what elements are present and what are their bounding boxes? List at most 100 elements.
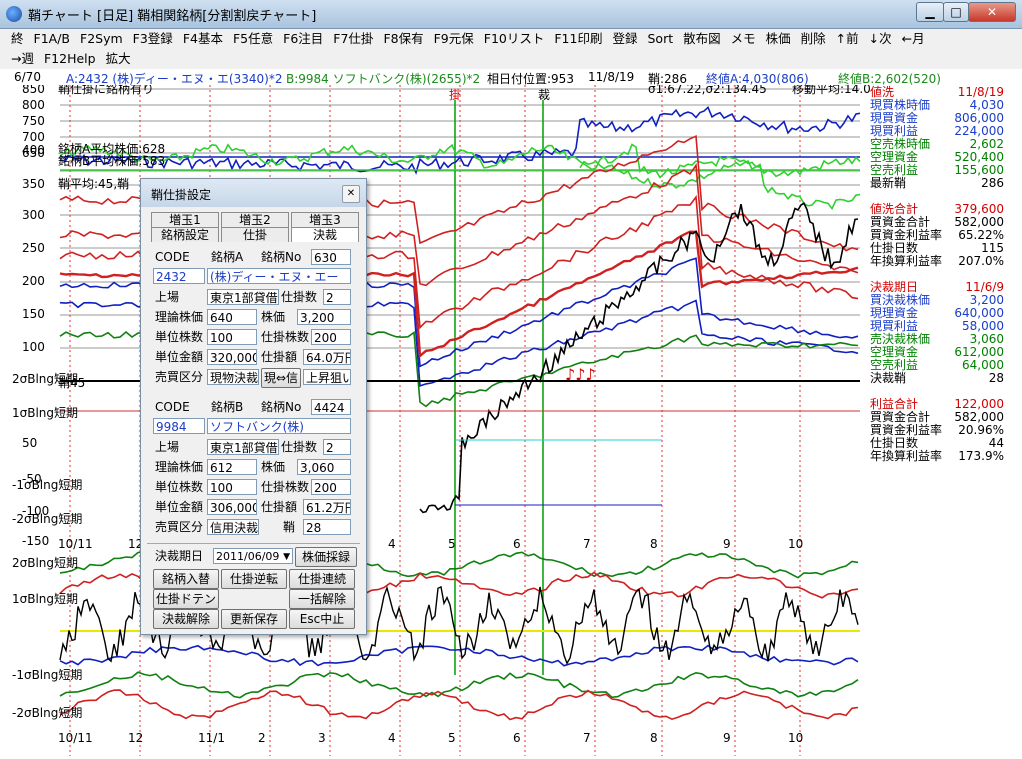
x-axis-tick-bottom: 4 bbox=[388, 731, 396, 745]
menu-item-row1-18[interactable]: ↑前 bbox=[831, 30, 864, 48]
menu-item-row1-14[interactable]: 散布図 bbox=[678, 30, 726, 48]
close-button[interactable]: ✕ bbox=[968, 2, 1016, 22]
settle-date-label: 決裁期日 bbox=[155, 549, 204, 563]
price-pick-button[interactable]: 株価採録 bbox=[295, 547, 357, 567]
menu-item-row1-13[interactable]: Sort bbox=[642, 30, 678, 48]
right-panel-row: 年換算利益率 173.9% bbox=[870, 450, 1004, 463]
b-money-field[interactable]: 306,000 bbox=[207, 499, 257, 515]
y-axis-tick: 50 bbox=[22, 436, 37, 450]
x-axis-tick-bottom: 8 bbox=[650, 731, 658, 745]
y-axis-tick: 750 bbox=[22, 114, 45, 128]
dialog-close-icon[interactable]: ✕ bbox=[342, 185, 360, 203]
minimize-button[interactable]: ▁ bbox=[916, 2, 944, 22]
a-total-field[interactable]: 64.0万円 bbox=[303, 349, 351, 365]
menu-item-row1-4[interactable]: F4基本 bbox=[178, 30, 228, 48]
chart-canvas[interactable]: 85080075070065040035030025020015010050-5… bbox=[0, 81, 871, 756]
menu-item-row1-2[interactable]: F2Sym bbox=[75, 30, 128, 48]
menu-item-row1-9[interactable]: F9元保 bbox=[429, 30, 479, 48]
a-price-field[interactable]: 3,200 bbox=[297, 309, 351, 325]
b-kabu-field[interactable]: 200 bbox=[311, 479, 351, 495]
a-shares-label: 仕掛数 bbox=[281, 290, 318, 304]
a-theory-label: 理論株価 bbox=[155, 310, 204, 324]
settle-date-value: 2011/06/09 bbox=[216, 550, 280, 563]
menu-item-row1-0[interactable]: 終 bbox=[6, 30, 29, 48]
saya-label: 鞘 bbox=[283, 520, 296, 534]
tab-masudama-2[interactable]: 増玉2 bbox=[221, 212, 289, 227]
trend-field[interactable]: 上昇狙い bbox=[303, 369, 351, 385]
menu-item-row1-10[interactable]: F10リスト bbox=[479, 30, 550, 48]
doten-button[interactable]: 仕掛ドテン bbox=[153, 589, 219, 609]
menu-item-row1-17[interactable]: 削除 bbox=[796, 30, 831, 48]
swap-cash-credit-button[interactable]: 現⇔信 bbox=[261, 368, 301, 388]
stock-a-label: 銘柄A bbox=[211, 250, 244, 264]
menu-item-row2-2[interactable]: 拡大 bbox=[101, 50, 136, 68]
menu-item-row2-1[interactable]: F12Help bbox=[39, 50, 101, 68]
reverse-position-button[interactable]: 仕掛逆転 bbox=[221, 569, 287, 589]
a-shares-field[interactable]: 2 bbox=[323, 289, 351, 305]
a-unit-field[interactable]: 100 bbox=[207, 329, 257, 345]
stock-b-name-field[interactable]: ソフトバンク(株) bbox=[207, 418, 351, 434]
b-kind-field[interactable]: 信用決裁 bbox=[207, 519, 259, 535]
menu-item-row1-15[interactable]: メモ bbox=[726, 30, 761, 48]
music-marks: ♪♪♪ bbox=[565, 365, 596, 384]
settle-date-select[interactable]: 2011/06/09 ▼ bbox=[213, 548, 293, 564]
right-panel-value: 173.9% bbox=[958, 449, 1004, 463]
menu-item-row1-19[interactable]: ↓次 bbox=[864, 30, 897, 48]
b-market-field[interactable]: 東京1部貸借 bbox=[207, 439, 279, 455]
stock-a-no-field[interactable]: 630 bbox=[311, 249, 351, 265]
stock-a-name-field[interactable]: (株)ディー・エヌ・エー bbox=[207, 268, 351, 284]
update-save-button[interactable]: 更新保存 bbox=[221, 609, 287, 629]
saya-setup-dialog: 鞘仕掛設定 ✕ 増玉1 増玉2 増玉3 銘柄設定 仕掛 決裁 CODE 銘柄A … bbox=[140, 178, 367, 635]
x-axis-tick-bottom: 7 bbox=[583, 731, 591, 745]
settle-clear-button[interactable]: 決裁解除 bbox=[153, 609, 219, 629]
continue-position-button[interactable]: 仕掛連続 bbox=[289, 569, 355, 589]
a-theory-field[interactable]: 640 bbox=[207, 309, 257, 325]
menu-item-row1-6[interactable]: F6注目 bbox=[278, 30, 328, 48]
right-panel-row: 最新鞘 286 bbox=[870, 177, 1004, 190]
b-shares-field[interactable]: 2 bbox=[323, 439, 351, 455]
menu-item-row1-1[interactable]: F1A/B bbox=[29, 30, 75, 48]
x-axis-tick-bottom: 2 bbox=[258, 731, 266, 745]
right-panel-key: 年換算利益率 bbox=[870, 449, 943, 463]
clear-all-button[interactable]: 一括解除 bbox=[289, 589, 355, 609]
menu-item-row2-0[interactable]: →週 bbox=[6, 50, 39, 68]
stock-a-no-label: 銘柄No bbox=[261, 250, 302, 264]
a-market-field[interactable]: 東京1部貸借 bbox=[207, 289, 279, 305]
maximize-button[interactable]: □ bbox=[943, 2, 969, 22]
chart-area[interactable]: 850 800 750 700 650 400 350 300 250 200 150 100 50 -5… bbox=[0, 81, 871, 756]
x-axis-tick-top: 10 bbox=[788, 537, 803, 551]
esc-cancel-button[interactable]: Esc中止 bbox=[289, 609, 355, 629]
b-market-label: 上場 bbox=[155, 440, 180, 454]
menu-item-row1-16[interactable]: 株価 bbox=[761, 30, 796, 48]
b-kabu-label: 仕掛株数 bbox=[261, 480, 310, 494]
saya-field[interactable]: 28 bbox=[303, 519, 351, 535]
stock-b-no-field[interactable]: 4424 bbox=[311, 399, 351, 415]
stock-b-label: 銘柄B bbox=[211, 400, 244, 414]
osc-red-lower bbox=[59, 689, 859, 721]
menu-item-row1-3[interactable]: F3登録 bbox=[128, 30, 178, 48]
tab-stock-settings[interactable]: 銘柄設定 bbox=[151, 227, 219, 242]
b-unit-field[interactable]: 100 bbox=[207, 479, 257, 495]
b-total-field[interactable]: 61.2万円 bbox=[303, 499, 351, 515]
menu-item-row1-20[interactable]: ←月 bbox=[897, 30, 930, 48]
b-theory-field[interactable]: 612 bbox=[207, 459, 257, 475]
band-label: -2σBlng短期 bbox=[12, 706, 82, 720]
menu-item-row1-12[interactable]: 登録 bbox=[607, 30, 642, 48]
a-kabu-field[interactable]: 200 bbox=[311, 329, 351, 345]
right-panel-row: 決裁鞘 28 bbox=[870, 372, 1004, 385]
tab-position[interactable]: 仕掛 bbox=[221, 227, 289, 242]
menu-item-row1-11[interactable]: F11印刷 bbox=[549, 30, 607, 48]
a-money-field[interactable]: 320,000 bbox=[207, 349, 257, 365]
stock-b-code-field[interactable]: 9984 bbox=[153, 418, 205, 434]
b-price-field[interactable]: 3,060 bbox=[297, 459, 351, 475]
menu-item-row1-7[interactable]: F7仕掛 bbox=[328, 30, 378, 48]
swap-stock-button[interactable]: 銘柄入替 bbox=[153, 569, 219, 589]
menu-item-row1-8[interactable]: F8保有 bbox=[378, 30, 428, 48]
a-kind-field[interactable]: 現物決裁 bbox=[207, 369, 259, 385]
osc-blue bbox=[59, 644, 859, 667]
tab-masudama-1[interactable]: 増玉1 bbox=[151, 212, 219, 227]
tab-masudama-3[interactable]: 増玉3 bbox=[291, 212, 359, 227]
stock-a-code-field[interactable]: 2432 bbox=[153, 268, 205, 284]
tab-settlement[interactable]: 決裁 bbox=[291, 227, 359, 242]
menu-item-row1-5[interactable]: F5任意 bbox=[228, 30, 278, 48]
